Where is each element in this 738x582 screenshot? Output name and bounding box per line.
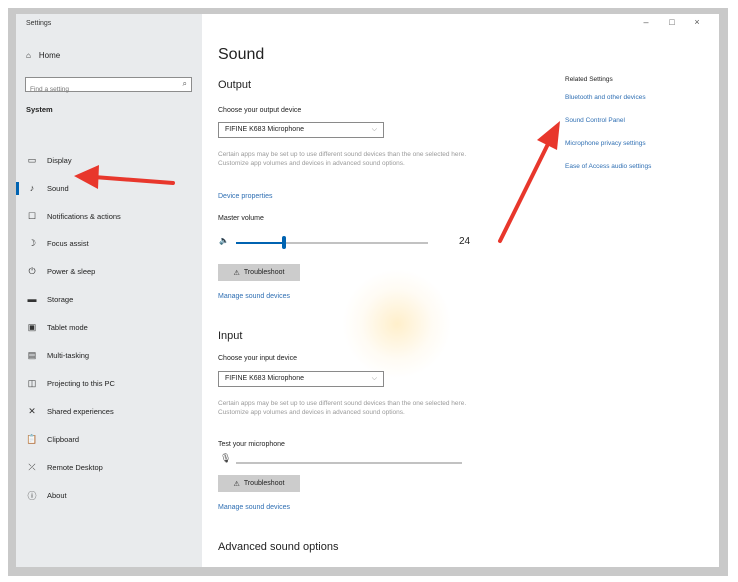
annotation-overlay [74,121,560,243]
annotation-arrow-sound-control-panel [498,121,560,243]
annotation-arrow-sound [74,165,175,189]
